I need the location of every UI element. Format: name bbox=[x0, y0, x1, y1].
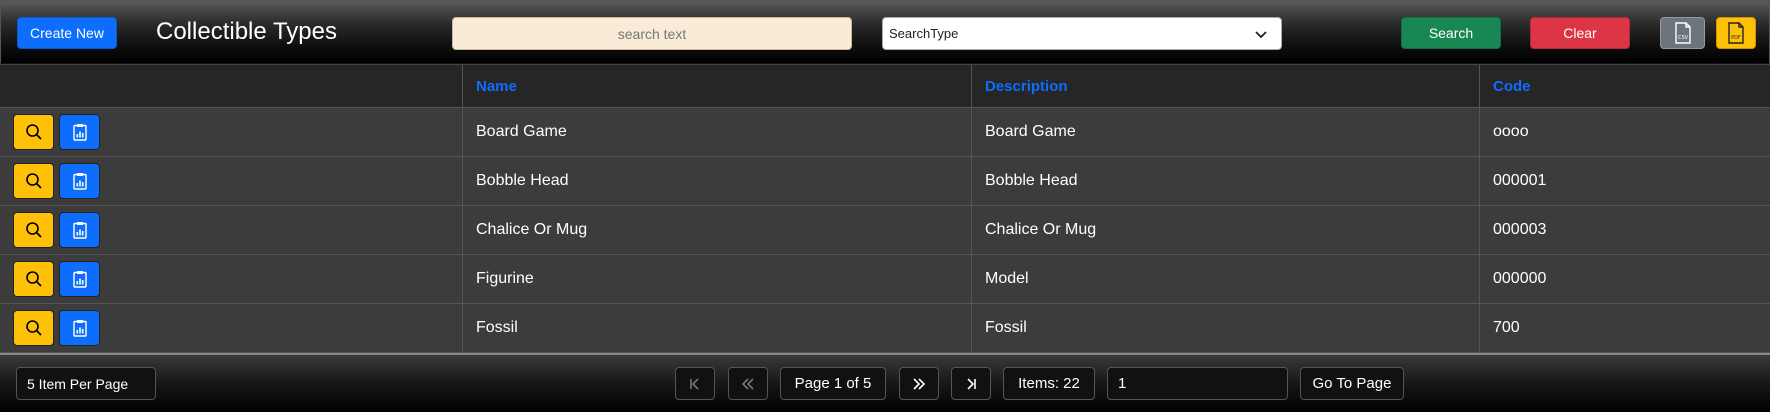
search-button[interactable]: Search bbox=[1401, 17, 1501, 49]
chevron-down-icon bbox=[1253, 26, 1269, 42]
table-row: Board Game Board Game oooo bbox=[0, 108, 1770, 157]
create-new-button[interactable]: Create New bbox=[17, 17, 117, 49]
table-row: Bobble Head Bobble Head 000001 bbox=[0, 157, 1770, 206]
cell-name: Figurine bbox=[463, 255, 972, 303]
cell-description: Bobble Head bbox=[972, 157, 1480, 205]
search-icon bbox=[25, 123, 43, 141]
view-button[interactable] bbox=[13, 261, 54, 297]
view-button[interactable] bbox=[13, 163, 54, 199]
cell-description: Chalice Or Mug bbox=[972, 206, 1480, 254]
row-actions-cell bbox=[0, 108, 463, 156]
svg-text:PDF: PDF bbox=[1731, 35, 1741, 41]
goto-page-button[interactable]: Go To Page bbox=[1300, 367, 1404, 400]
top-toolbar: Create New Collectible Types SearchType … bbox=[0, 0, 1770, 64]
cell-code: 000003 bbox=[1493, 221, 1547, 238]
page-indicator: Page 1 of 5 bbox=[780, 367, 886, 400]
view-button[interactable] bbox=[13, 212, 54, 248]
cell-name: Bobble Head bbox=[463, 157, 972, 205]
row-actions-cell bbox=[0, 304, 463, 352]
clear-button[interactable]: Clear bbox=[1530, 17, 1630, 49]
report-button[interactable] bbox=[59, 310, 100, 346]
report-icon bbox=[72, 270, 87, 288]
cell-code: 000001 bbox=[1493, 172, 1547, 189]
search-icon bbox=[25, 270, 43, 288]
items-per-page-select[interactable]: 5 Item Per Page bbox=[16, 367, 156, 400]
column-header-code[interactable]: Code bbox=[1480, 65, 1770, 107]
double-chevron-left-icon bbox=[740, 377, 756, 391]
cell-description: Fossil bbox=[972, 304, 1480, 352]
table-row: Figurine Model 000000 bbox=[0, 255, 1770, 304]
report-button[interactable] bbox=[59, 114, 100, 150]
export-csv-button[interactable]: CSV bbox=[1660, 17, 1705, 49]
row-actions-cell bbox=[0, 255, 463, 303]
search-type-value: SearchType bbox=[889, 26, 959, 41]
column-header-actions bbox=[0, 65, 463, 107]
cell-name: Chalice Or Mug bbox=[463, 206, 972, 254]
next-page-button[interactable] bbox=[899, 367, 939, 400]
first-page-icon bbox=[688, 377, 702, 391]
search-icon bbox=[25, 319, 43, 337]
view-button[interactable] bbox=[13, 310, 54, 346]
pdf-file-icon: PDF bbox=[1727, 22, 1745, 44]
report-button[interactable] bbox=[59, 163, 100, 199]
collectible-types-table: Name Description Code Board Game Board G… bbox=[0, 64, 1770, 353]
search-type-select[interactable]: SearchType bbox=[882, 17, 1282, 50]
report-icon bbox=[72, 123, 87, 141]
double-chevron-right-icon bbox=[911, 377, 927, 391]
search-icon bbox=[25, 172, 43, 190]
search-icon bbox=[25, 221, 43, 239]
report-icon bbox=[72, 172, 87, 190]
cell-description: Model bbox=[972, 255, 1480, 303]
view-button[interactable] bbox=[13, 114, 54, 150]
cell-name: Fossil bbox=[463, 304, 972, 352]
csv-file-icon: CSV bbox=[1674, 22, 1692, 44]
table-header: Name Description Code bbox=[0, 64, 1770, 108]
column-header-name[interactable]: Name bbox=[463, 65, 972, 107]
goto-page-input[interactable]: 1 bbox=[1107, 367, 1288, 400]
search-input[interactable] bbox=[452, 17, 852, 50]
row-actions-cell bbox=[0, 157, 463, 205]
previous-page-button[interactable] bbox=[728, 367, 768, 400]
row-actions-cell bbox=[0, 206, 463, 254]
page-title: Collectible Types bbox=[156, 18, 337, 45]
table-row: Chalice Or Mug Chalice Or Mug 000003 bbox=[0, 206, 1770, 255]
items-count: Items: 22 bbox=[1003, 367, 1095, 400]
report-button[interactable] bbox=[59, 261, 100, 297]
cell-name: Board Game bbox=[463, 108, 972, 156]
first-page-button[interactable] bbox=[675, 367, 715, 400]
pagination-bar: 5 Item Per Page Page 1 of 5 Items: 22 1 … bbox=[0, 353, 1770, 412]
table-row: Fossil Fossil 700 bbox=[0, 304, 1770, 353]
cell-code: oooo bbox=[1493, 123, 1529, 140]
report-icon bbox=[72, 221, 87, 239]
report-icon bbox=[72, 319, 87, 337]
svg-text:CSV: CSV bbox=[1677, 35, 1688, 41]
last-page-icon bbox=[964, 377, 978, 391]
cell-code: 700 bbox=[1493, 319, 1520, 336]
export-pdf-button[interactable]: PDF bbox=[1716, 17, 1756, 49]
column-header-description[interactable]: Description bbox=[972, 65, 1480, 107]
last-page-button[interactable] bbox=[951, 367, 991, 400]
cell-code: 000000 bbox=[1493, 270, 1547, 287]
cell-description: Board Game bbox=[972, 108, 1480, 156]
report-button[interactable] bbox=[59, 212, 100, 248]
